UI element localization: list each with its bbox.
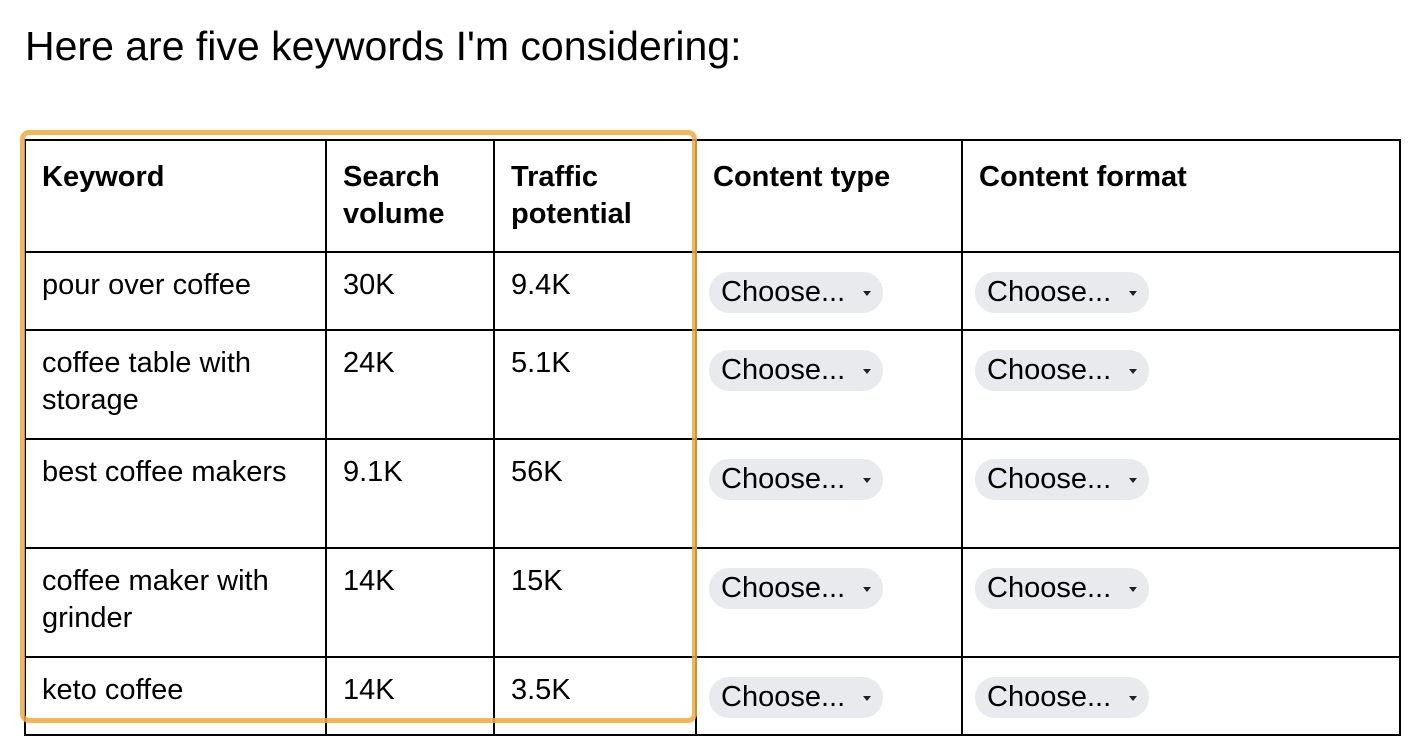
keyword-cell: coffee table with storage xyxy=(24,329,327,440)
search-volume-cell: 14K xyxy=(325,547,495,658)
traffic-potential-cell: 15K xyxy=(493,547,697,658)
content-format-dropdown[interactable]: Choose... xyxy=(975,350,1150,391)
content-type-dropdown[interactable]: Choose... xyxy=(709,272,884,313)
content-format-cell: Choose... xyxy=(961,329,1401,440)
caret-down-icon xyxy=(863,291,872,296)
search-volume-cell: 9.1K xyxy=(325,438,495,549)
content-format-cell: Choose... xyxy=(961,656,1401,736)
dropdown-label: Choose... xyxy=(721,276,846,308)
dropdown-label: Choose... xyxy=(721,681,846,713)
content-type-dropdown[interactable]: Choose... xyxy=(709,568,884,609)
dropdown-label: Choose... xyxy=(987,572,1112,604)
header-search-volume: Search volume xyxy=(325,139,495,253)
content-format-dropdown[interactable]: Choose... xyxy=(975,568,1150,609)
header-row: Keyword Search volume Traffic potential … xyxy=(24,139,1401,253)
traffic-potential-cell: 5.1K xyxy=(493,329,697,440)
intro-heading: Here are five keywords I'm considering: xyxy=(25,23,742,69)
content-type-dropdown[interactable]: Choose... xyxy=(709,459,884,500)
content-format-cell: Choose... xyxy=(961,438,1401,549)
content-type-dropdown[interactable]: Choose... xyxy=(709,350,884,391)
traffic-potential-cell: 3.5K xyxy=(493,656,697,736)
content-format-cell: Choose... xyxy=(961,251,1401,331)
content-format-dropdown[interactable]: Choose... xyxy=(975,677,1150,718)
caret-down-icon xyxy=(1129,369,1138,374)
content-type-cell: Choose... xyxy=(695,656,963,736)
dropdown-label: Choose... xyxy=(987,463,1112,495)
header-content-type: Content type xyxy=(695,139,963,253)
table-row: pour over coffee 30K 9.4K Choose... Choo… xyxy=(24,251,1401,331)
keyword-cell: pour over coffee xyxy=(24,251,327,331)
header-content-format: Content format xyxy=(961,139,1401,253)
content-format-cell: Choose... xyxy=(961,547,1401,658)
content-type-dropdown[interactable]: Choose... xyxy=(709,677,884,718)
table-row: coffee table with storage 24K 5.1K Choos… xyxy=(24,329,1401,440)
keyword-cell: keto coffee xyxy=(24,656,327,736)
dropdown-label: Choose... xyxy=(721,463,846,495)
keyword-cell: coffee maker with grinder xyxy=(24,547,327,658)
keywords-table: Keyword Search volume Traffic potential … xyxy=(24,139,1401,736)
caret-down-icon xyxy=(863,478,872,483)
search-volume-cell: 30K xyxy=(325,251,495,331)
dropdown-label: Choose... xyxy=(987,681,1112,713)
caret-down-icon xyxy=(863,369,872,374)
caret-down-icon xyxy=(863,587,872,592)
table-row: best coffee makers 9.1K 56K Choose... Ch… xyxy=(24,438,1401,549)
search-volume-cell: 24K xyxy=(325,329,495,440)
dropdown-label: Choose... xyxy=(721,572,846,604)
caret-down-icon xyxy=(863,696,872,701)
dropdown-label: Choose... xyxy=(721,354,846,386)
dropdown-label: Choose... xyxy=(987,354,1112,386)
header-traffic-potential: Traffic potential xyxy=(493,139,697,253)
search-volume-cell: 14K xyxy=(325,656,495,736)
content-type-cell: Choose... xyxy=(695,438,963,549)
content-format-dropdown[interactable]: Choose... xyxy=(975,459,1150,500)
keyword-cell: best coffee makers xyxy=(24,438,327,549)
caret-down-icon xyxy=(1129,478,1138,483)
table-row: keto coffee 14K 3.5K Choose... Choose... xyxy=(24,656,1401,736)
caret-down-icon xyxy=(1129,587,1138,592)
table-row: coffee maker with grinder 14K 15K Choose… xyxy=(24,547,1401,658)
caret-down-icon xyxy=(1129,696,1138,701)
content-format-dropdown[interactable]: Choose... xyxy=(975,272,1150,313)
content-type-cell: Choose... xyxy=(695,251,963,331)
content-type-cell: Choose... xyxy=(695,547,963,658)
traffic-potential-cell: 9.4K xyxy=(493,251,697,331)
caret-down-icon xyxy=(1129,291,1138,296)
traffic-potential-cell: 56K xyxy=(493,438,697,549)
content-type-cell: Choose... xyxy=(695,329,963,440)
dropdown-label: Choose... xyxy=(987,276,1112,308)
header-keyword: Keyword xyxy=(24,139,327,253)
